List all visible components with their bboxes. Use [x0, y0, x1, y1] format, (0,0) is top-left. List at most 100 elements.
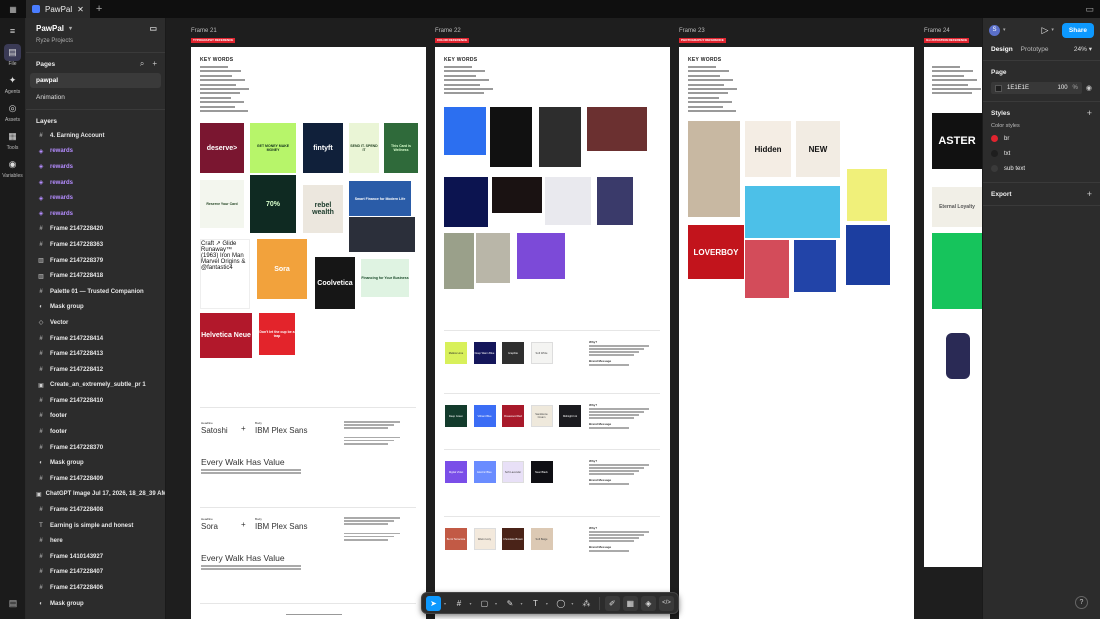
chevron-down-icon[interactable]: ▾ — [444, 601, 448, 606]
zoom-level[interactable]: 24% ▾ — [1074, 45, 1092, 53]
reference-tile[interactable]: GET MONEY MAKE MONEY — [250, 123, 296, 173]
reference-tile[interactable]: Smart Finance for Modern Life — [349, 181, 411, 216]
color-swatch[interactable]: Midnight Ink — [559, 405, 581, 427]
reference-tile[interactable]: SEND IT. SPEND IT — [349, 123, 379, 173]
reference-tile[interactable]: Craft ↗ Glide Runaway™ (1963) Iron Man M… — [200, 239, 250, 309]
illustration-tile[interactable] — [932, 327, 982, 387]
layer-row[interactable]: ▣ ChatGPT Image Jul 17, 2026, 18_28_39 AM… — [26, 487, 165, 503]
avatar[interactable]: S — [989, 24, 1000, 36]
layer-row[interactable]: # footer — [26, 424, 165, 440]
page-item[interactable]: Animation — [30, 90, 161, 105]
color-swatch[interactable]: Soft Lavender — [502, 461, 524, 483]
reference-tile[interactable] — [492, 177, 542, 213]
reference-tile[interactable]: Reserve Your Card — [200, 180, 244, 228]
frame-photography[interactable]: KEY WORDS Hidden NEW LOVERBOY — [679, 47, 914, 619]
reference-tile[interactable] — [597, 177, 633, 225]
color-style-item[interactable]: sub text — [983, 161, 1100, 176]
illustration-tile[interactable]: ASTER — [932, 113, 982, 169]
rail-item[interactable]: ✦ Agents — [0, 72, 25, 95]
window-icon[interactable]: ▭ — [1085, 4, 1094, 15]
new-tab-icon[interactable]: + — [96, 3, 102, 15]
color-swatch[interactable]: Soft White — [530, 342, 553, 364]
layer-row[interactable]: ◈ rewards — [26, 190, 165, 206]
photo-tile[interactable]: Hidden — [745, 121, 791, 177]
illustration-tile[interactable]: Eternal Loyalty — [932, 187, 982, 227]
file-name[interactable]: PawPal — [36, 24, 64, 33]
layer-row[interactable]: # Frame 2147228406 — [26, 580, 165, 596]
file-icon[interactable]: ▤ — [4, 44, 21, 61]
layer-row[interactable]: # Frame 2147228370 — [26, 440, 165, 456]
reference-tile[interactable]: rebel wealth — [303, 185, 343, 233]
color-swatch[interactable]: Burnt Terracotta — [445, 528, 467, 550]
layer-row[interactable]: # Frame 2147228413 — [26, 346, 165, 362]
layer-row[interactable]: T Earning is simple and honest — [26, 518, 165, 534]
illustration-tile[interactable] — [932, 233, 982, 309]
layer-row[interactable]: ◐ Mask group — [26, 455, 165, 471]
add-style-icon[interactable]: + — [1087, 108, 1092, 118]
frame-label[interactable]: Frame 24 — [924, 28, 950, 34]
photo-tile[interactable]: LOVERBOY — [688, 225, 744, 279]
color-style-item[interactable]: txt — [983, 146, 1100, 161]
layer-row[interactable]: # Frame 2147228407 — [26, 565, 165, 581]
rail-item[interactable]: ≡ — [0, 22, 25, 39]
canvas[interactable]: Frame 21 TYPOGRAPHY REFERENCE Frame 22 C… — [166, 18, 982, 619]
photo-tile[interactable] — [847, 169, 887, 221]
color-swatch[interactable] — [995, 84, 1002, 92]
layer-row[interactable]: # Frame 2147228414 — [26, 331, 165, 347]
layer-row[interactable]: ▥ Frame 2147228418 — [26, 268, 165, 284]
reference-tile[interactable] — [444, 107, 486, 155]
component-tool-icon[interactable]: ◈ — [640, 595, 656, 611]
tab-prototype[interactable]: Prototype — [1021, 46, 1049, 53]
photo-tile[interactable] — [745, 186, 840, 238]
frame-color[interactable]: KEY WORDS Mellow Lime Deep Warm Blue Graph… — [435, 47, 670, 619]
layer-row[interactable]: # Palette 01 — Trusted Companion — [26, 284, 165, 300]
color-swatch[interactable]: Mellow Lime — [445, 342, 467, 364]
text-tool-icon[interactable]: T — [528, 596, 543, 611]
photo-tile[interactable] — [794, 240, 836, 292]
photo-tile[interactable] — [846, 225, 890, 285]
comments-icon[interactable]: ▤ — [0, 598, 26, 609]
reference-tile[interactable]: fintyft — [303, 123, 343, 173]
reference-tile[interactable] — [444, 233, 474, 289]
present-play-icon[interactable]: ▷ — [1041, 25, 1048, 36]
reference-tile[interactable] — [517, 233, 565, 279]
file-tab[interactable]: PawPal ✕ — [26, 0, 90, 18]
agents-icon[interactable]: ✦ — [4, 72, 21, 89]
draw-tool-icon[interactable]: ✐ — [604, 595, 620, 611]
pen-tool-icon[interactable]: ✎ — [502, 596, 517, 611]
color-swatch[interactable]: Near Black — [530, 461, 553, 483]
search-icon[interactable]: ⌕ — [140, 59, 144, 69]
project-name[interactable]: Ryze Projects — [36, 38, 157, 44]
layer-row[interactable]: # Frame 2147228410 — [26, 393, 165, 409]
figma-menu-icon[interactable]: ≡ — [4, 22, 21, 39]
chevron-down-icon[interactable]: ▾ — [1051, 27, 1054, 33]
reference-tile[interactable]: This Card is Wellness — [384, 123, 418, 173]
panel-toggle-icon[interactable]: ▭ — [149, 24, 157, 33]
chevron-down-icon[interactable]: ▾ — [69, 25, 72, 32]
chevron-down-icon[interactable]: ▾ — [495, 601, 499, 606]
reference-tile[interactable]: Financing for Your Business — [361, 259, 409, 297]
color-swatch[interactable]: Deep Warm Blue — [473, 342, 496, 364]
shape-tool-icon[interactable]: ▢ — [477, 596, 492, 611]
layer-row[interactable]: # footer — [26, 409, 165, 425]
chevron-down-icon[interactable]: ▾ — [571, 601, 575, 606]
layer-row[interactable]: ◈ rewards — [26, 175, 165, 191]
photo-tile[interactable] — [688, 121, 740, 217]
layer-row[interactable]: ◐ Mask group — [26, 596, 165, 612]
frame-label[interactable]: Frame 21 — [191, 28, 217, 34]
rail-item[interactable]: ▤ File — [0, 44, 25, 67]
page-fill-opacity[interactable]: 100 — [1058, 85, 1068, 91]
layer-row[interactable]: ◐ Mask group — [26, 300, 165, 316]
color-swatch[interactable]: Chocolate Brown — [502, 528, 524, 550]
rail-item[interactable]: ▦ Tools — [0, 128, 25, 151]
variables-icon[interactable]: ◉ — [4, 156, 21, 173]
layer-row[interactable]: ▥ Frame 2147228379 — [26, 253, 165, 269]
actions-tool-icon[interactable]: ⁂ — [579, 596, 594, 611]
page-fill-hex[interactable]: 1E1E1E — [1007, 85, 1029, 91]
color-swatch[interactable]: Vibrant Blue — [473, 405, 496, 427]
reference-tile[interactable] — [545, 177, 591, 225]
reference-tile[interactable] — [349, 217, 415, 252]
frame-illustration[interactable]: ASTER Eternal Loyalty — [924, 47, 982, 567]
layer-row[interactable]: ◈ rewards — [26, 144, 165, 160]
share-button[interactable]: Share — [1061, 22, 1094, 38]
